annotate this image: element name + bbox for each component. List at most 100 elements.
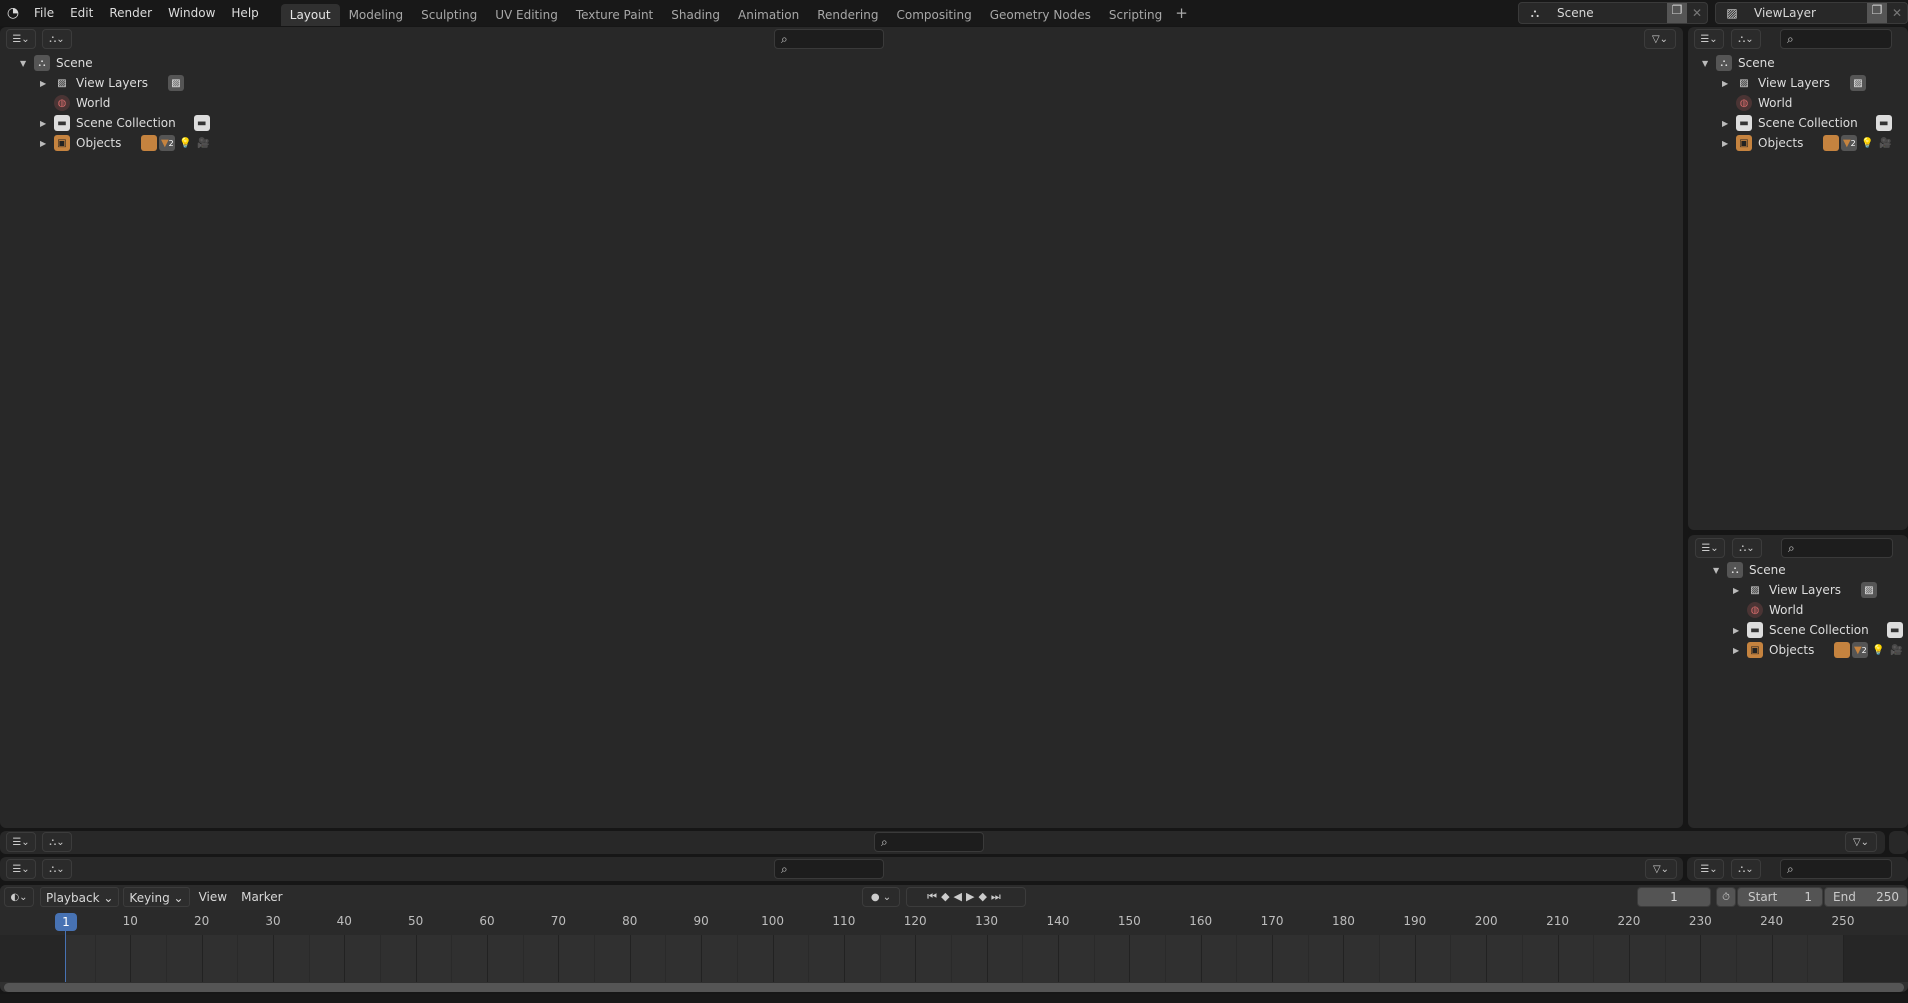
tab-sculpting[interactable]: Sculpting	[412, 4, 486, 26]
tab-texture-paint[interactable]: Texture Paint	[567, 4, 662, 26]
filter-button[interactable]: ▽⌄	[1644, 29, 1676, 49]
scene-selector[interactable]: ⛬ Scene ❐ ✕	[1518, 2, 1708, 24]
tree-item-view-layers[interactable]: ▶ ▨ View Layers ▨	[40, 73, 190, 93]
frame-ruler[interactable]: 10 20 30 40 50 60 70 80 90 100 110 120 130 140 150 160 1…	[0, 910, 1908, 982]
menu-keying[interactable]: Keying ⌄	[123, 887, 190, 907]
tree-item-scene-collection[interactable]: ▶ ▬ Scene Collection ▬	[40, 113, 216, 133]
search-input[interactable]: ⌕	[774, 29, 884, 49]
close-icon[interactable]: ✕	[1887, 6, 1907, 20]
tree-item-objects[interactable]: ▶ ▣ Objects ▲ ▼ 2 💡 🎥	[1722, 133, 1895, 153]
menu-file[interactable]: File	[26, 6, 62, 20]
menu-view[interactable]: View	[194, 887, 232, 907]
view-layer-icon[interactable]: ▨	[168, 75, 184, 91]
tab-compositing[interactable]: Compositing	[887, 4, 980, 26]
display-mode-button[interactable]: ☰⌄	[1695, 538, 1725, 558]
search-input[interactable]: ⌕	[1781, 538, 1893, 558]
collection-icon[interactable]: ▬	[1886, 622, 1903, 638]
search-input[interactable]: ⌕	[1780, 29, 1892, 49]
search-input[interactable]: ⌕	[1780, 859, 1892, 879]
filter-button[interactable]: ▽⌄	[1645, 859, 1677, 879]
collapsed-arrow-icon[interactable]: ▶	[1722, 79, 1736, 88]
collapsed-arrow-icon[interactable]: ▶	[1733, 626, 1747, 635]
filter-scene-button[interactable]: ⛬⌄	[42, 29, 72, 49]
menu-marker[interactable]: Marker	[236, 887, 287, 907]
playback-controls[interactable]: ⏮◆◀▶◆⏭	[906, 887, 1026, 907]
light-icon[interactable]: 💡	[1870, 642, 1886, 658]
collapsed-arrow-icon[interactable]: ▶	[40, 139, 54, 148]
collapsed-arrow-icon[interactable]: ▶	[40, 79, 54, 88]
tree-item-world[interactable]: ◍ World	[1733, 600, 1803, 620]
filter-scene-button[interactable]: ⛬⌄	[1732, 538, 1762, 558]
expanded-arrow-icon[interactable]: ▼	[1713, 566, 1727, 575]
mesh-icon[interactable]: ▼ 2	[1852, 642, 1869, 658]
camera-icon[interactable]: 🎥	[1888, 642, 1904, 658]
tab-scripting[interactable]: Scripting	[1100, 4, 1171, 26]
display-mode-button[interactable]: ☰⌄	[6, 832, 36, 852]
horizontal-scrollbar[interactable]	[4, 983, 1904, 992]
menu-render[interactable]: Render	[101, 6, 160, 20]
display-mode-button[interactable]: ☰⌄	[6, 29, 36, 49]
editor-type-button[interactable]: ◐⌄	[4, 887, 34, 907]
tab-geometry-nodes[interactable]: Geometry Nodes	[981, 4, 1100, 26]
playhead-frame-label[interactable]: 1	[55, 913, 77, 931]
tree-item-scene[interactable]: ▼ ⛬ Scene	[1702, 53, 1775, 73]
collapsed-arrow-icon[interactable]: ▶	[40, 119, 54, 128]
tree-item-world[interactable]: ◍ World	[40, 93, 110, 113]
tab-modeling[interactable]: Modeling	[340, 4, 413, 26]
armature-icon[interactable]: ▲	[141, 135, 158, 151]
end-frame-field[interactable]: End 250	[1824, 887, 1908, 907]
tab-rendering[interactable]: Rendering	[808, 4, 887, 26]
tree-item-scene[interactable]: ▼ ⛬ Scene	[20, 53, 93, 73]
mesh-icon[interactable]: ▼ 2	[1841, 135, 1858, 151]
preview-range-button[interactable]: ⏱	[1716, 887, 1736, 907]
view-layer-selector[interactable]: ▨ ViewLayer ❐ ✕	[1715, 2, 1908, 24]
start-frame-field[interactable]: Start 1	[1737, 887, 1823, 907]
tab-uv-editing[interactable]: UV Editing	[486, 4, 567, 26]
view-layer-icon[interactable]: ▨	[1850, 75, 1866, 91]
tree-item-objects[interactable]: ▶ ▣ Objects ▲ ▼ 2 💡 🎥	[40, 133, 213, 153]
tree-item-scene-collection[interactable]: ▶ ▬ Scene Collection ▬	[1733, 620, 1908, 640]
expanded-arrow-icon[interactable]: ▼	[20, 59, 34, 68]
auto-keying-button[interactable]: ● ⌄	[862, 887, 900, 907]
expanded-arrow-icon[interactable]: ▼	[1702, 59, 1716, 68]
collection-icon[interactable]: ▬	[1875, 115, 1892, 131]
camera-icon[interactable]: 🎥	[1877, 135, 1893, 151]
view-layer-icon[interactable]: ▨	[1861, 582, 1877, 598]
light-icon[interactable]: 💡	[1859, 135, 1875, 151]
tree-item-objects[interactable]: ▶ ▣ Objects ▲ ▼ 2 💡 🎥	[1733, 640, 1906, 660]
collapsed-arrow-icon[interactable]: ▶	[1722, 119, 1736, 128]
armature-icon[interactable]: ▲	[1834, 642, 1851, 658]
menu-edit[interactable]: Edit	[62, 6, 101, 20]
collapsed-arrow-icon[interactable]: ▶	[1733, 646, 1747, 655]
duplicate-icon[interactable]: ❐	[1867, 3, 1887, 23]
filter-scene-button[interactable]: ⛬⌄	[1731, 29, 1761, 49]
mesh-icon[interactable]: ▼ 2	[159, 135, 176, 151]
menu-help[interactable]: Help	[223, 6, 266, 20]
tree-item-scene-collection[interactable]: ▶ ▬ Scene Collection ▬	[1722, 113, 1898, 133]
armature-icon[interactable]: ▲	[1823, 135, 1840, 151]
duplicate-icon[interactable]: ❐	[1667, 3, 1687, 23]
tree-item-scene[interactable]: ▼ ⛬ Scene	[1713, 560, 1786, 580]
close-icon[interactable]: ✕	[1687, 6, 1707, 20]
light-icon[interactable]: 💡	[177, 135, 193, 151]
filter-button[interactable]: ▽⌄	[1845, 832, 1877, 852]
filter-scene-button[interactable]: ⛬⌄	[42, 832, 72, 852]
tree-item-view-layers[interactable]: ▶ ▨ View Layers ▨	[1733, 580, 1883, 600]
filter-scene-button[interactable]: ⛬⌄	[42, 859, 72, 879]
search-input[interactable]: ⌕	[774, 859, 884, 879]
search-input[interactable]: ⌕	[874, 832, 984, 852]
tree-item-world[interactable]: ◍ World	[1722, 93, 1792, 113]
tab-shading[interactable]: Shading	[662, 4, 729, 26]
collapsed-arrow-icon[interactable]: ▶	[1722, 139, 1736, 148]
tab-animation[interactable]: Animation	[729, 4, 808, 26]
display-mode-button[interactable]: ☰⌄	[1694, 29, 1724, 49]
tree-item-view-layers[interactable]: ▶ ▨ View Layers ▨	[1722, 73, 1872, 93]
current-frame-field[interactable]: 1	[1637, 887, 1711, 907]
camera-icon[interactable]: 🎥	[195, 135, 211, 151]
add-workspace-button[interactable]: +	[1175, 4, 1188, 22]
blender-logo-icon[interactable]: ◔	[0, 5, 26, 21]
collection-icon[interactable]: ▬	[193, 115, 210, 131]
display-mode-button[interactable]: ☰⌄	[6, 859, 36, 879]
collapsed-arrow-icon[interactable]: ▶	[1733, 586, 1747, 595]
display-mode-button[interactable]: ☰⌄	[1694, 859, 1724, 879]
